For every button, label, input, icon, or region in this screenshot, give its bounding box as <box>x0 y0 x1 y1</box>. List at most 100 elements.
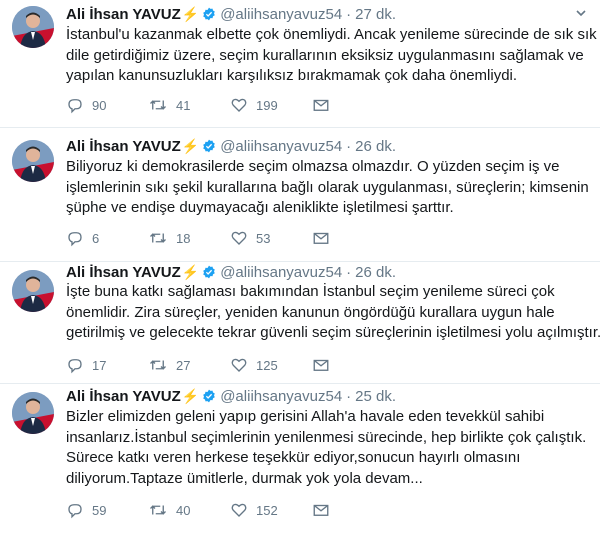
tweet[interactable]: Ali İhsan YAVUZ ⚡ @aliihsanyavuz54 · 27 … <box>0 0 600 128</box>
tweet-text-line: Biliyoruz ki demokrasilerde seçim olmazs… <box>66 158 560 175</box>
reply-button[interactable]: 90 <box>66 96 148 114</box>
tweet-text-line: işlemlerinin sıkı şekil kurallarına bağl… <box>66 178 589 196</box>
author-handle[interactable]: @aliihsanyavuz54 <box>220 388 342 405</box>
tweet-text-line: önemlidir. Zira süreçler, yeniden kanunu… <box>66 303 555 321</box>
retweet-icon <box>150 100 166 110</box>
retweet-count: 40 <box>176 502 191 518</box>
avatar[interactable] <box>12 6 54 48</box>
like-count: 199 <box>256 97 278 113</box>
separator-dot: · <box>346 5 352 23</box>
tweet-text-line: yapılan kanunsuzlukları karşılıksız bıra… <box>66 67 518 84</box>
reply-button[interactable]: 17 <box>66 356 148 374</box>
verified-badge-icon <box>203 389 215 403</box>
tweet[interactable]: Ali İhsan YAVUZ ⚡ @aliihsanyavuz54 · 26 … <box>0 128 600 262</box>
reply-count: 6 <box>92 230 100 246</box>
tweet-timestamp[interactable]: 26 dk. <box>355 264 396 281</box>
tweet-text-line: insanlarız.İstanbul seçimlerinin yenilen… <box>66 428 587 446</box>
retweet-icon <box>150 505 166 515</box>
lightning-emoji: ⚡ <box>181 387 200 404</box>
avatar[interactable] <box>12 270 54 312</box>
retweet-icon <box>150 360 166 370</box>
verified-badge-icon <box>203 139 215 153</box>
like-button[interactable]: 199 <box>230 96 312 114</box>
verified-badge-icon <box>203 265 215 279</box>
like-count: 152 <box>256 502 278 518</box>
like-button[interactable]: 125 <box>230 356 312 374</box>
lightning-emoji: ⚡ <box>181 5 200 22</box>
like-button[interactable]: 53 <box>230 229 312 247</box>
author-name[interactable]: Ali İhsan YAVUZ <box>66 264 181 281</box>
heart-icon <box>231 358 247 372</box>
tweet-text-line: dile getirdiğimiz üzere, seçim kuralları… <box>66 46 584 64</box>
author-name[interactable]: Ali İhsan YAVUZ <box>66 138 181 155</box>
heart-icon <box>231 231 247 245</box>
lightning-emoji: ⚡ <box>181 137 200 154</box>
author-handle[interactable]: @aliihsanyavuz54 <box>220 264 342 281</box>
tweet[interactable]: Ali İhsan YAVUZ ⚡ @aliihsanyavuz54 · 25 … <box>0 384 600 536</box>
tweet-text-line: İstanbul'u kazanmak elbette çok önemliyd… <box>66 26 597 43</box>
reply-icon <box>68 232 82 247</box>
avatar-photo-icon <box>12 140 54 182</box>
reply-count: 59 <box>92 502 107 518</box>
author-handle[interactable]: @aliihsanyavuz54 <box>220 138 342 155</box>
tweet-timestamp[interactable]: 27 dk. <box>355 6 396 23</box>
direct-message-button[interactable] <box>312 356 394 374</box>
avatar[interactable] <box>12 392 54 434</box>
retweet-button[interactable]: 40 <box>148 501 230 519</box>
tweet-text: Bizler elimizden geleni yapıp gerisini A… <box>66 407 586 489</box>
tweet-text-line: Sürece katkı veren herkese teşekkür ediy… <box>66 449 521 466</box>
reply-icon <box>68 504 82 519</box>
separator-dot: · <box>346 387 352 405</box>
tweet-text-line: İşte buna katkı sağlaması bakımından İst… <box>66 283 555 300</box>
author-name[interactable]: Ali İhsan YAVUZ <box>66 388 181 405</box>
tweet-actions: 59 40 152 <box>66 501 394 519</box>
reply-button[interactable]: 59 <box>66 501 148 519</box>
tweet-text: İstanbul'u kazanmak elbette çok önemliyd… <box>66 25 597 87</box>
chevron-down-icon[interactable] <box>574 6 588 20</box>
like-count: 125 <box>256 357 278 373</box>
tweet-text-line: getirilmiş ve gelecekte tekrar güvenli s… <box>66 324 600 341</box>
retweet-icon <box>150 233 166 243</box>
separator-dot: · <box>346 137 352 155</box>
reply-icon <box>68 99 82 114</box>
retweet-button[interactable]: 18 <box>148 229 230 247</box>
retweet-count: 18 <box>176 230 191 246</box>
tweet-text-line: şüphe ve endişe duymayacağı aleniklikte … <box>66 199 454 216</box>
tweet-timestamp[interactable]: 25 dk. <box>355 388 396 405</box>
envelope-icon <box>313 359 329 371</box>
avatar-photo-icon <box>12 270 54 312</box>
avatar[interactable] <box>12 140 54 182</box>
tweet-actions: 17 27 125 <box>66 356 394 374</box>
tweet-actions: 6 18 53 <box>66 229 394 247</box>
retweet-button[interactable]: 41 <box>148 96 230 114</box>
heart-icon <box>231 503 247 517</box>
separator-dot: · <box>346 263 352 281</box>
tweet-timestamp[interactable]: 26 dk. <box>355 138 396 155</box>
avatar-photo-icon <box>12 6 54 48</box>
tweet-text: Biliyoruz ki demokrasilerde seçim olmazs… <box>66 157 589 219</box>
author-name[interactable]: Ali İhsan YAVUZ <box>66 6 181 23</box>
reply-count: 17 <box>92 357 107 373</box>
retweet-count: 41 <box>176 97 191 113</box>
direct-message-button[interactable] <box>312 501 394 519</box>
like-count: 53 <box>256 230 271 246</box>
reply-icon <box>68 359 82 374</box>
tweet-text-line: Bizler elimizden geleni yapıp gerisini A… <box>66 408 545 425</box>
like-button[interactable]: 152 <box>230 501 312 519</box>
envelope-icon <box>313 99 329 111</box>
tweet-text-line: diliyorum.Taptaze ümitlerle, durmak yok … <box>66 469 423 487</box>
verified-badge-icon <box>203 7 215 21</box>
tweet[interactable]: Ali İhsan YAVUZ ⚡ @aliihsanyavuz54 · 26 … <box>0 262 600 384</box>
tweet-actions: 90 41 199 <box>66 96 394 114</box>
retweet-button[interactable]: 27 <box>148 356 230 374</box>
retweet-count: 27 <box>176 357 191 373</box>
avatar-photo-icon <box>12 392 54 434</box>
lightning-emoji: ⚡ <box>181 263 200 280</box>
direct-message-button[interactable] <box>312 229 394 247</box>
reply-count: 90 <box>92 97 107 113</box>
envelope-icon <box>313 504 329 516</box>
direct-message-button[interactable] <box>312 96 394 114</box>
heart-icon <box>231 98 247 112</box>
author-handle[interactable]: @aliihsanyavuz54 <box>220 6 342 23</box>
reply-button[interactable]: 6 <box>66 229 148 247</box>
